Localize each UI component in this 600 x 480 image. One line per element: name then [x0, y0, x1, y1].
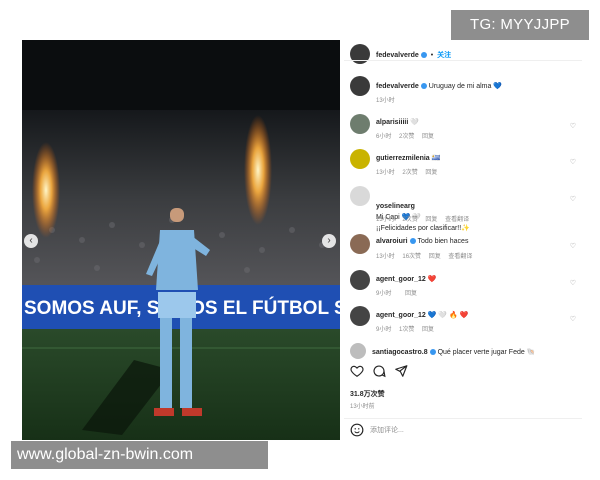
comment-time: 9小时 — [376, 291, 392, 297]
reply-button[interactable]: 回复 — [422, 327, 434, 333]
pyro-left — [32, 142, 60, 238]
comment-time: 6小时 — [376, 134, 392, 140]
verified-icon — [420, 52, 427, 59]
comment-time: 13小时 — [376, 217, 395, 223]
reply-button[interactable]: 回复 — [429, 254, 441, 260]
commenter-avatar[interactable] — [350, 114, 370, 134]
caption-text: Uruguay de mi alma 💙 — [428, 83, 503, 90]
like-comment-heart-icon[interactable]: ♡ — [570, 279, 576, 287]
caption-avatar[interactable] — [350, 76, 370, 96]
action-bar — [350, 364, 414, 380]
comment-username[interactable]: alparisiiiii — [376, 119, 408, 126]
comment-username[interactable]: agent_goor_12 — [376, 312, 426, 319]
reply-button[interactable]: 回复 — [425, 217, 437, 223]
translate-button[interactable]: 查看翻译 — [445, 217, 469, 223]
commenter-avatar[interactable] — [350, 306, 370, 326]
comment-likes[interactable]: 2次赞 — [399, 134, 414, 140]
follow-button[interactable]: 关注 — [437, 52, 451, 59]
comment-time: 9小时 — [376, 327, 392, 333]
comment-username[interactable]: alvaroiuri — [376, 238, 408, 245]
comment-likes[interactable]: 2次赞 — [402, 170, 417, 176]
watermark-top: TG: MYYJJPP — [451, 10, 589, 40]
add-comment-bar: 添加评论... — [344, 418, 582, 441]
header-divider — [344, 60, 582, 61]
comment-username[interactable]: yoselinearg — [376, 203, 415, 210]
like-comment-heart-icon[interactable]: ♡ — [570, 315, 576, 323]
like-comment-heart-icon[interactable]: ♡ — [570, 195, 576, 203]
like-heart-icon[interactable] — [350, 364, 364, 378]
comment-text: 🤍 — [410, 119, 419, 126]
prev-photo-button[interactable]: ‹ — [24, 234, 38, 248]
comment-username[interactable]: santiagocastro.8 — [372, 349, 428, 356]
watermark-bottom: www.global-zn-bwin.com — [11, 441, 268, 469]
post-time: 13小时前 — [350, 404, 375, 410]
caption-username[interactable]: fedevalverde — [376, 83, 419, 90]
reply-button[interactable]: 回复 — [422, 134, 434, 140]
comment-username[interactable]: agent_goor_12 — [376, 276, 426, 283]
comment-likes[interactable]: 16次赞 — [402, 254, 421, 260]
stadium-scene: SOMOS AUF, SOMOS EL FÚTBOL SOMOS AUF, SO… — [22, 40, 340, 440]
comment-likes[interactable]: 2次赞 — [402, 217, 417, 223]
reply-button[interactable]: 回复 — [425, 170, 437, 176]
header-dot: • — [430, 52, 434, 59]
like-comment-heart-icon[interactable]: ♡ — [570, 242, 576, 250]
comment-text: Qué placer verte jugar Fede 🐚 — [437, 349, 536, 356]
comment-likes[interactable]: 1次赞 — [399, 327, 414, 333]
translate-button[interactable]: 查看翻译 — [448, 254, 472, 260]
emoji-icon[interactable] — [350, 423, 364, 437]
like-comment-heart-icon[interactable]: ♡ — [570, 122, 576, 130]
author-avatar[interactable] — [350, 44, 370, 64]
post-photo: SOMOS AUF, SOMOS EL FÚTBOL SOMOS AUF, SO… — [22, 40, 340, 440]
reply-button[interactable]: 回复 — [405, 291, 417, 297]
verified-icon — [409, 238, 416, 245]
commenter-avatar[interactable] — [350, 343, 366, 359]
comment-time: 13小时 — [376, 254, 395, 260]
verified-icon — [429, 349, 436, 356]
comment-text: Todo bien haces — [417, 238, 469, 245]
author-username[interactable]: fedevalverde — [376, 52, 419, 59]
pyro-right — [244, 115, 272, 225]
comment-input[interactable]: 添加评论... — [370, 425, 404, 435]
comment-text: ❤️ — [427, 276, 437, 283]
likes-count[interactable]: 31.8万次赞 — [350, 389, 385, 399]
comment-text: 🇺🇾 — [431, 155, 441, 162]
comment-time: 13小时 — [376, 170, 395, 176]
commenter-avatar[interactable] — [350, 270, 370, 290]
comment-text: 💙 🤍 🔥 ❤️ — [427, 312, 469, 319]
commenter-avatar[interactable] — [350, 186, 370, 206]
verified-icon — [420, 83, 427, 90]
instagram-post: SOMOS AUF, SOMOS EL FÚTBOL SOMOS AUF, SO… — [22, 40, 582, 440]
next-photo-button[interactable]: › — [322, 234, 336, 248]
caption-time: 13小时 — [376, 98, 395, 104]
like-comment-heart-icon[interactable]: ♡ — [570, 158, 576, 166]
comments-panel: fedevalverde • 关注 fedevalverde Uruguay d… — [344, 40, 582, 440]
share-send-icon[interactable] — [394, 364, 408, 378]
commenter-avatar[interactable] — [350, 149, 370, 169]
commenter-avatar[interactable] — [350, 234, 370, 254]
comment-bubble-icon[interactable] — [372, 364, 386, 378]
comment-username[interactable]: gutierrezmilenia — [376, 155, 430, 162]
